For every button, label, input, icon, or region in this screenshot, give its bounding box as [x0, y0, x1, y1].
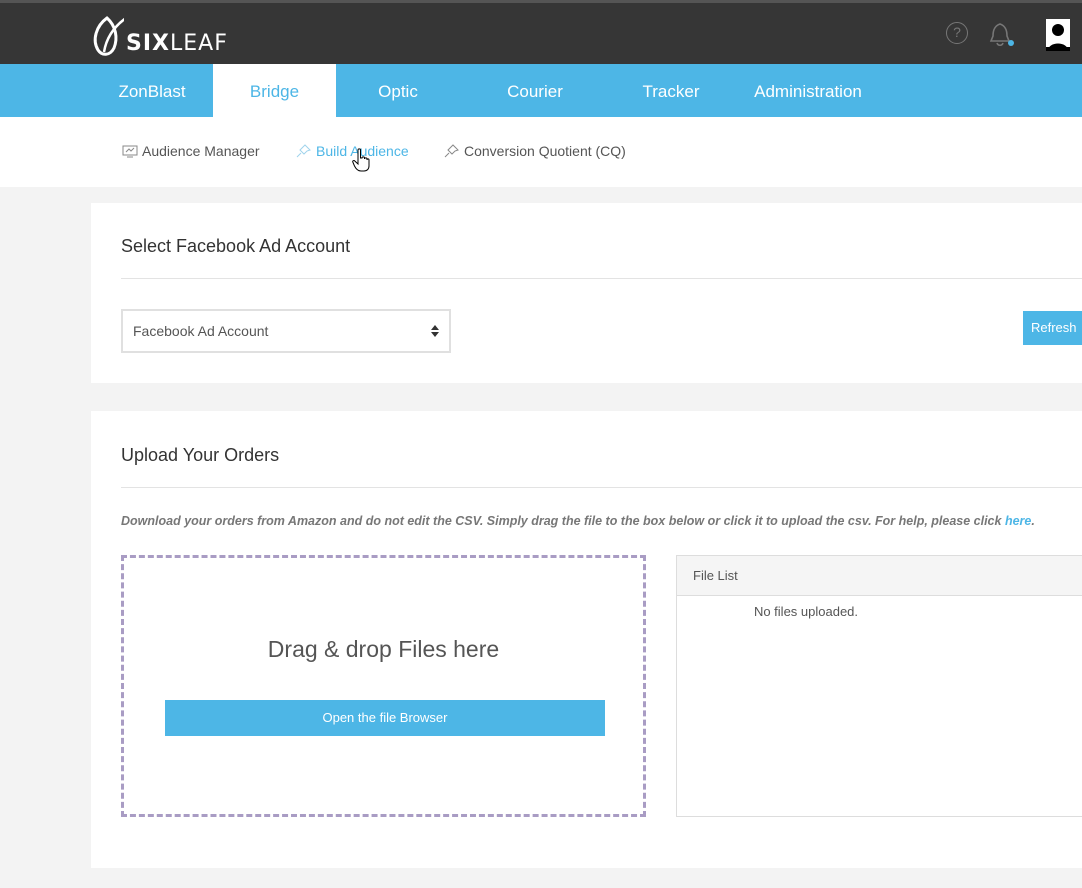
sort-arrows-icon [431, 325, 439, 337]
sub-nav: Audience Manager Build Audience Conversi… [0, 117, 1082, 187]
upload-instructions: Download your orders from Amazon and do … [121, 514, 1035, 528]
brand-name: SIXLEAF [126, 30, 228, 56]
monitor-icon [122, 145, 138, 158]
top-bar: SIXLEAF ? [0, 0, 1082, 64]
panel-title: Select Facebook Ad Account [121, 236, 351, 256]
subnav-item-conversion-quotient[interactable]: Conversion Quotient (CQ) [444, 141, 626, 161]
hand-cursor-icon [352, 148, 370, 172]
file-list-empty-message: No files uploaded. [753, 604, 859, 619]
open-file-browser-button[interactable]: Open the file Browser [165, 700, 605, 736]
pin-icon [296, 144, 311, 158]
nav-item-zonblast[interactable]: ZonBlast [100, 64, 204, 117]
leaf-logo-icon [93, 16, 124, 56]
sixleaf-logo[interactable]: SIXLEAF [90, 12, 228, 60]
main-nav: ZonBlast Bridge Optic Courier Tracker Ad… [0, 64, 1082, 117]
help-link[interactable]: here [1005, 514, 1031, 528]
user-silhouette-icon [1046, 24, 1070, 51]
help-icon[interactable]: ? [946, 22, 968, 44]
file-list: File List No files uploaded. [676, 555, 1082, 817]
subnav-item-audience-manager[interactable]: Audience Manager [122, 141, 260, 161]
panel-title: Upload Your Orders [121, 445, 280, 465]
dropzone-text: Drag & drop Files here [267, 636, 500, 662]
nav-item-tracker[interactable]: Tracker [626, 64, 716, 117]
ad-account-select[interactable]: Facebook Ad Account [121, 309, 451, 353]
refresh-button[interactable]: Refresh [1023, 311, 1082, 345]
select-value: Facebook Ad Account [133, 323, 269, 339]
file-list-header: File List [677, 556, 1082, 596]
nav-item-courier[interactable]: Courier [490, 64, 580, 117]
file-dropzone[interactable]: Drag & drop Files here Open the file Bro… [121, 555, 646, 817]
nav-item-optic[interactable]: Optic [352, 64, 444, 117]
ad-account-panel: Select Facebook Ad Account Facebook Ad A… [91, 203, 1082, 383]
nav-item-administration[interactable]: Administration [744, 64, 872, 117]
upload-panel: Upload Your Orders Download your orders … [91, 411, 1082, 868]
divider [121, 278, 1082, 279]
user-avatar[interactable] [1046, 19, 1070, 51]
bell-icon[interactable] [989, 20, 1015, 48]
pin-icon [444, 144, 459, 158]
divider [121, 487, 1082, 488]
subnav-label: Audience Manager [142, 143, 260, 159]
subnav-label: Conversion Quotient (CQ) [464, 143, 626, 159]
nav-item-bridge[interactable]: Bridge [213, 64, 336, 117]
